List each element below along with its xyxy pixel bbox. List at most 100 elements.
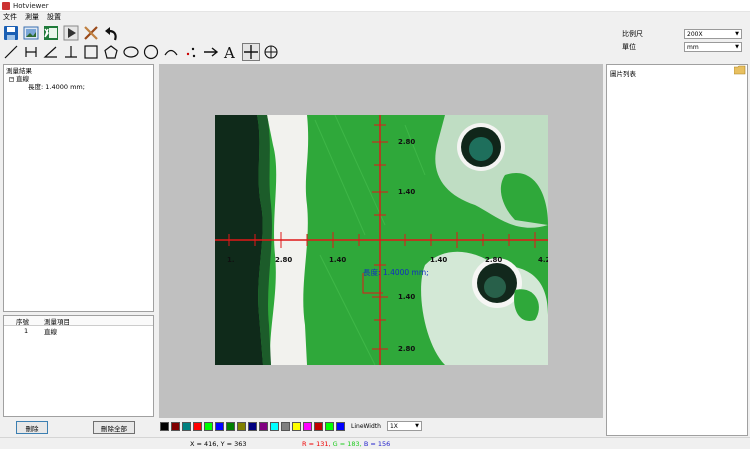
open-image-button[interactable]: [22, 24, 40, 42]
ruler-label-h: 2.80: [485, 256, 502, 264]
color-swatch[interactable]: [314, 421, 323, 431]
image-list-panel: 圖片列表: [606, 64, 748, 436]
ruler-label-h: 1.40: [430, 256, 447, 264]
rectangle-tool-icon: [84, 45, 98, 59]
chevron-down-icon: ▼: [735, 44, 739, 50]
polygon-tool-icon: [104, 45, 118, 59]
red-value: R = 131,: [302, 440, 331, 448]
scale-settings: 比例尺 200X ▼ 單位 mm ▼: [614, 28, 742, 54]
target-tool-button[interactable]: [262, 43, 280, 61]
color-swatch[interactable]: [292, 421, 301, 431]
color-swatch[interactable]: [259, 421, 268, 431]
column-index[interactable]: 序號: [4, 316, 40, 326]
chevron-down-icon: ▼: [735, 31, 739, 37]
list-header: 序號 測量項目: [4, 316, 153, 326]
arrow-tool-icon: [204, 47, 219, 57]
text-tool-button[interactable]: A: [222, 43, 240, 61]
linewidth-value: 1X: [389, 422, 398, 430]
clear-icon: [84, 25, 98, 40]
color-swatch[interactable]: [325, 421, 334, 431]
perpendicular-tool-button[interactable]: [62, 43, 80, 61]
save-icon: [4, 25, 18, 40]
unit-label: 單位: [622, 43, 636, 51]
arc-tool-button[interactable]: [162, 43, 180, 61]
color-swatch[interactable]: [281, 421, 290, 431]
rectangle-tool-button[interactable]: [82, 43, 100, 61]
ruler-label-v: 2.80: [398, 138, 415, 146]
green-value: G = 183,: [332, 440, 362, 448]
color-palette: LineWidth 1X ▼: [160, 421, 422, 431]
color-swatch[interactable]: [237, 421, 246, 431]
delete-button[interactable]: 刪除: [16, 421, 48, 434]
arc-tool-icon: [164, 49, 178, 56]
linewidth-select[interactable]: 1X ▼: [386, 421, 422, 431]
unit-select[interactable]: mm ▼: [684, 42, 742, 52]
play-button[interactable]: [62, 24, 80, 42]
circle-tool-button[interactable]: [142, 43, 160, 61]
main-toolbar: [2, 23, 120, 42]
row-index: 1: [24, 327, 29, 335]
perpendicular-tool-icon: [65, 46, 77, 58]
crosshair-tool-button[interactable]: [242, 43, 260, 61]
color-swatch[interactable]: [171, 421, 180, 431]
polygon-tool-button[interactable]: [102, 43, 120, 61]
color-swatch[interactable]: [193, 421, 202, 431]
pixel-color-readout: R = 131, G = 183, B = 156: [302, 440, 390, 448]
menu-bar: 文件 測量 設置: [0, 12, 750, 22]
color-swatch[interactable]: [226, 421, 235, 431]
ruler-label-v: 2.80: [398, 345, 415, 353]
table-row[interactable]: 1 直線: [4, 326, 153, 336]
arrow-tool-button[interactable]: [202, 43, 220, 61]
ruler-label-h: 1.40: [329, 256, 346, 264]
ellipse-tool-button[interactable]: [122, 43, 140, 61]
ellipse-tool-icon: [123, 46, 139, 58]
color-swatch[interactable]: [303, 421, 312, 431]
color-swatch[interactable]: [270, 421, 279, 431]
play-icon: [63, 25, 79, 40]
points-tool-button[interactable]: [182, 43, 200, 61]
menu-file[interactable]: 文件: [3, 12, 17, 22]
angle-tool-button[interactable]: [42, 43, 60, 61]
ratio-label: 比例尺: [622, 30, 643, 38]
menu-measure[interactable]: 測量: [25, 12, 39, 22]
angle-tool-icon: [43, 46, 57, 58]
tree-item-label: 直線: [16, 75, 29, 83]
points-tool-icon: [186, 47, 196, 58]
folder-icon[interactable]: [734, 65, 746, 75]
ruler-label-h: 4.2: [538, 256, 548, 264]
tree-item-detail[interactable]: 長度: 1.4000 mm;: [6, 83, 151, 91]
open-image-icon: [23, 26, 39, 39]
svg-text:A: A: [223, 44, 235, 60]
collapse-icon[interactable]: −: [9, 76, 14, 82]
color-swatch[interactable]: [204, 421, 213, 431]
tree-item[interactable]: − 直線: [6, 75, 151, 83]
parallel-line-tool-button[interactable]: [22, 43, 40, 61]
line-tool-button[interactable]: [2, 43, 20, 61]
ruler-label-h: 2.80: [275, 256, 292, 264]
column-item[interactable]: 測量項目: [40, 316, 153, 326]
menu-settings[interactable]: 設置: [47, 12, 61, 22]
clear-button[interactable]: [82, 24, 100, 42]
color-swatch[interactable]: [336, 421, 345, 431]
ruler-label-v: 1.40: [398, 293, 415, 301]
color-swatch[interactable]: [215, 421, 224, 431]
color-swatch[interactable]: [160, 421, 169, 431]
excel-export-button[interactable]: [42, 24, 60, 42]
undo-button[interactable]: [102, 24, 120, 42]
color-swatch[interactable]: [248, 421, 257, 431]
chevron-down-icon: ▼: [415, 423, 419, 429]
tree-root[interactable]: 測量結果: [6, 67, 151, 75]
ratio-value: 200X: [687, 30, 703, 38]
blue-value: B = 156: [363, 440, 391, 448]
app-icon: [2, 1, 10, 10]
color-swatch[interactable]: [182, 421, 191, 431]
image-canvas[interactable]: 1. 2.80 1.40 1.40 2.80 4.2 2.80 1.40 1.4…: [159, 64, 603, 418]
image-list-title: 圖片列表: [610, 70, 636, 78]
crosshair-tool-icon: [244, 45, 258, 59]
ratio-select[interactable]: 200X ▼: [684, 29, 742, 39]
ruler-label-v: 1.40: [398, 188, 415, 196]
microscope-image[interactable]: 1. 2.80 1.40 1.40 2.80 4.2 2.80 1.40 1.4…: [215, 115, 548, 365]
drawing-toolbar: A: [2, 42, 280, 62]
save-button[interactable]: [2, 24, 20, 42]
delete-all-button[interactable]: 刪除全部: [93, 421, 135, 434]
